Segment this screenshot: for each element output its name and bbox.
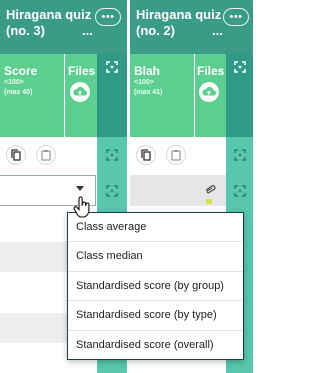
score-sub-line1: <100> xyxy=(134,79,154,86)
expand-icon[interactable] xyxy=(106,61,118,73)
menu-item-standardised-group[interactable]: Standardised score (by group) xyxy=(68,272,243,302)
score-sub: <100> (max 41) xyxy=(134,78,162,98)
hand-cursor-icon xyxy=(73,196,90,218)
copy-button[interactable] xyxy=(6,145,26,165)
files-cell-1[interactable]: Files xyxy=(65,54,97,137)
expand-icon[interactable] xyxy=(234,185,246,197)
quiz-column-header-2: Hiragana quiz (no. 2)... ••• xyxy=(130,0,253,54)
files-label: Files xyxy=(68,64,96,78)
files-cell-2[interactable]: Files xyxy=(195,54,226,137)
menu-item-standardised-type[interactable]: Standardised score (by type) xyxy=(68,301,243,331)
clipboard-icon xyxy=(41,150,51,161)
score-sub-line1: <100> xyxy=(4,79,24,86)
menu-item-standardised-overall[interactable]: Standardised score (overall) xyxy=(68,331,243,360)
copy-paste-controls-1 xyxy=(6,145,56,165)
status-indicator xyxy=(206,199,212,204)
quiz-title-1[interactable]: Hiragana quiz (no. 3)... xyxy=(6,7,93,39)
quiz-column-header-1: Hiragana quiz (no. 3)... ••• xyxy=(0,0,127,54)
more-options-label: ••• xyxy=(229,10,243,23)
menu-item-class-median[interactable]: Class median xyxy=(68,242,243,272)
score-cell-2[interactable]: Blah <100> (max 41) xyxy=(130,54,194,137)
calculation-dropdown-menu: Class average Class median Standardised … xyxy=(67,212,244,360)
quiz-title-line1: Hiragana quiz xyxy=(136,7,222,22)
expand-icon[interactable] xyxy=(234,149,246,161)
cloud-upload-icon[interactable] xyxy=(70,82,90,102)
chevron-down-icon[interactable] xyxy=(76,186,84,191)
expand-icon[interactable] xyxy=(234,61,246,73)
quiz-title-2[interactable]: Hiragana quiz (no. 2)... xyxy=(136,7,223,39)
quiz-title-line2: (no. 2) xyxy=(136,23,175,38)
copy-icon xyxy=(11,149,21,161)
score-sub-line2: (max 41) xyxy=(134,89,163,96)
copy-paste-controls-2 xyxy=(136,145,186,165)
score-label: Blah xyxy=(134,64,161,78)
more-options-label: ••• xyxy=(101,10,115,23)
expand-icon[interactable] xyxy=(106,185,118,197)
quiz-title-dots: ... xyxy=(212,23,223,38)
copy-button[interactable] xyxy=(136,145,156,165)
menu-item-class-average[interactable]: Class average xyxy=(68,213,243,243)
paste-button[interactable] xyxy=(36,145,56,165)
expand-icon[interactable] xyxy=(106,149,118,161)
quiz-title-line2: (no. 3) xyxy=(6,23,45,38)
score-sub: <100> (max 40) xyxy=(4,78,32,98)
paperclip-icon[interactable] xyxy=(203,184,217,194)
quiz-title-line1: Hiragana quiz xyxy=(6,7,92,22)
cloud-upload-icon[interactable] xyxy=(199,82,219,102)
score-sub-line2: (max 40) xyxy=(4,89,33,96)
quiz-title-dots: ... xyxy=(82,23,93,38)
paste-button[interactable] xyxy=(166,145,186,165)
score-cell-1[interactable]: Score <100> (max 40) xyxy=(0,54,64,137)
clipboard-icon xyxy=(171,150,181,161)
more-options-button[interactable]: ••• xyxy=(95,8,121,26)
more-options-button[interactable]: ••• xyxy=(223,8,249,26)
files-label: Files xyxy=(197,64,225,78)
copy-icon xyxy=(141,149,151,161)
score-label: Score xyxy=(4,64,38,78)
